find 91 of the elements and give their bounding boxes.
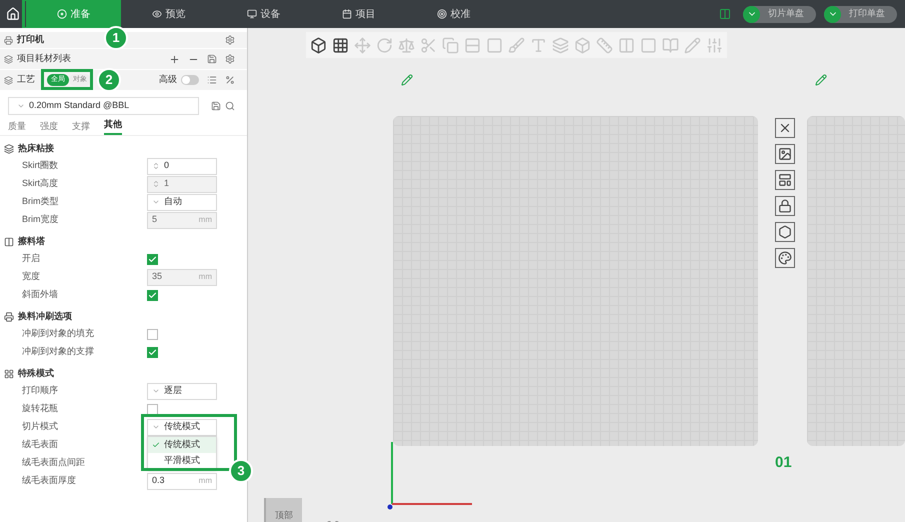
settings-icon[interactable] — [225, 54, 235, 64]
caret-icon — [152, 198, 160, 206]
setting-label: 绒毛表面点间距 — [22, 456, 86, 470]
setting-label: 旋转花瓶 — [22, 402, 59, 416]
check-icon — [152, 440, 160, 448]
settings-icon[interactable] — [225, 35, 235, 45]
section-title: 打印机 — [17, 33, 44, 46]
number-field[interactable]: 0.3 mm — [147, 472, 217, 490]
section-heading: 热床粘接 — [18, 142, 54, 156]
setting-label: Skirt圈数 — [22, 159, 59, 172]
tool-icon[interactable] — [310, 36, 327, 54]
spinner-icon — [152, 180, 160, 188]
caret-icon — [152, 387, 160, 395]
plate-number: 01 — [775, 452, 793, 472]
menu-item[interactable]: 传统模式 — [148, 436, 216, 452]
setting-label: Brim类型 — [22, 195, 60, 208]
settings-tab[interactable]: 支撑 — [72, 120, 90, 135]
setting-label: 冲刷到对象的支撑 — [22, 345, 95, 358]
home-icon[interactable] — [6, 7, 20, 21]
plate-action-icon[interactable] — [775, 144, 795, 164]
section-icon — [4, 369, 14, 379]
checkbox[interactable] — [147, 290, 158, 300]
setting-label: 绒毛表面厚度 — [22, 474, 77, 488]
section-icon — [4, 237, 14, 247]
checkbox[interactable] — [147, 328, 158, 340]
caret-icon — [17, 102, 25, 110]
settings-tab[interactable]: 其他 — [104, 118, 122, 135]
tab-icon — [342, 9, 352, 19]
plate-action-icon[interactable] — [775, 170, 795, 190]
dropdown-field[interactable]: 逐层 — [147, 382, 217, 400]
section-heading: 特殊模式 — [18, 367, 54, 380]
section-heading: 换料冲刷选项 — [18, 310, 72, 324]
plate-action-icon[interactable] — [775, 118, 795, 138]
section-icon — [4, 312, 14, 322]
setting-label: 冲刷到对象的填充 — [22, 327, 95, 340]
edit-icon[interactable] — [815, 74, 827, 86]
setting-label: 打印顺序 — [22, 384, 59, 398]
menu-item[interactable]: 平滑模式 — [148, 452, 216, 468]
setting-label: 斜面外墙 — [22, 288, 59, 302]
preset-name: 0.20mm Standard @BBL — [29, 99, 130, 112]
number-field[interactable]: 0 — [147, 158, 217, 174]
save-icon[interactable] — [211, 101, 221, 111]
setting-label: Brim宽度 — [22, 213, 60, 226]
search-icon[interactable] — [225, 101, 235, 111]
advanced-label: 高级 — [159, 73, 177, 86]
dropdown-field[interactable]: 传统模式 — [147, 418, 217, 436]
preset-dropdown[interactable]: 0.20mm Standard @BBL — [8, 97, 199, 115]
setting-label: 切片模式 — [22, 420, 59, 434]
nav-tab[interactable]: 项目 — [311, 0, 406, 28]
tab-icon — [152, 9, 162, 19]
tool-icon[interactable] — [332, 36, 349, 54]
spool-icon — [4, 54, 13, 64]
printer-icon — [4, 36, 13, 44]
plate-action-icon[interactable] — [775, 248, 795, 268]
checkbox[interactable] — [147, 346, 158, 358]
setting-label: Skirt高度 — [22, 177, 59, 190]
dropdown-field[interactable]: 自动 — [147, 194, 217, 210]
tab-icon — [56, 9, 66, 19]
step-number-badge: 2 — [97, 68, 121, 92]
caret-icon — [824, 6, 841, 22]
process-icon — [4, 76, 13, 84]
view-cube[interactable]: 顶部 — [264, 498, 302, 522]
checkbox[interactable] — [147, 404, 158, 414]
nav-tab[interactable]: 校准 — [406, 0, 501, 28]
checkbox[interactable] — [147, 254, 158, 264]
plate-action-icon[interactable] — [775, 196, 795, 216]
plate-action-icon[interactable] — [775, 222, 795, 242]
add-icon[interactable] — [169, 54, 180, 64]
settings-tab[interactable]: 质量 — [8, 120, 26, 135]
caret-icon — [152, 423, 160, 431]
tab-icon — [246, 9, 256, 19]
tab-icon — [436, 9, 446, 19]
setting-label: 绒毛表面 — [22, 438, 59, 452]
section-title: 项目耗材列表 — [17, 52, 72, 66]
save-icon[interactable] — [207, 54, 217, 64]
setting-label: 开启 — [22, 252, 41, 266]
panel-toggle-icon[interactable] — [719, 8, 731, 20]
setting-label: 宽度 — [22, 270, 41, 284]
nav-tab[interactable]: 设备 — [216, 0, 311, 28]
list-icon[interactable] — [207, 75, 217, 85]
caret-icon — [743, 6, 760, 22]
spinner-icon — [152, 162, 160, 170]
settings-tab[interactable]: 强度 — [40, 120, 58, 135]
nav-tab[interactable]: 预览 — [121, 0, 216, 28]
percent-icon[interactable] — [225, 75, 235, 85]
toggle-switch[interactable] — [181, 75, 199, 85]
section-heading: 擦料塔 — [18, 235, 45, 248]
section-icon — [4, 144, 14, 154]
section-title: 工艺 — [17, 73, 35, 86]
edit-icon[interactable] — [401, 74, 413, 86]
step-number-badge: 3 — [229, 458, 253, 482]
